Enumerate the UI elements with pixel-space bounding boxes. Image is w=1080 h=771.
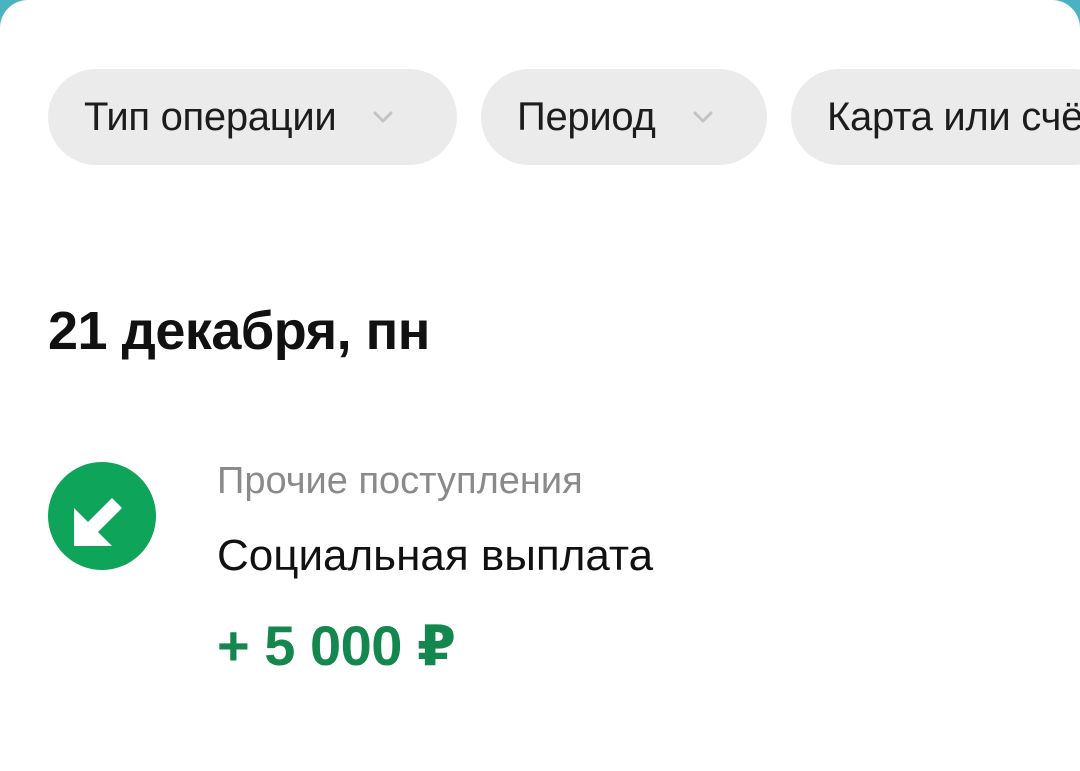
incoming-arrow-icon xyxy=(48,462,156,570)
filter-label: Тип операции xyxy=(84,94,337,139)
transaction-category: Прочие поступления xyxy=(217,460,583,502)
transaction-item[interactable]: Прочие поступления Социальная выплата + … xyxy=(48,458,1048,688)
transaction-title: Социальная выплата xyxy=(217,531,654,580)
operations-sheet: Тип операции Период Карта или счёт 21 де… xyxy=(0,0,1080,771)
transaction-amount: + 5 000 ₽ xyxy=(217,614,456,677)
filter-card-or-account[interactable]: Карта или счёт xyxy=(791,69,1080,165)
filter-period[interactable]: Период xyxy=(481,69,767,165)
chevron-down-icon xyxy=(690,104,716,130)
chevron-down-icon xyxy=(370,104,396,130)
filter-label: Карта или счёт xyxy=(827,94,1080,139)
filter-label: Период xyxy=(517,94,656,139)
filter-bar: Тип операции Период Карта или счёт xyxy=(48,69,1080,165)
screen: Тип операции Период Карта или счёт 21 де… xyxy=(0,0,1080,771)
filter-operation-type[interactable]: Тип операции xyxy=(48,69,457,165)
date-heading: 21 декабря, пн xyxy=(48,301,430,361)
